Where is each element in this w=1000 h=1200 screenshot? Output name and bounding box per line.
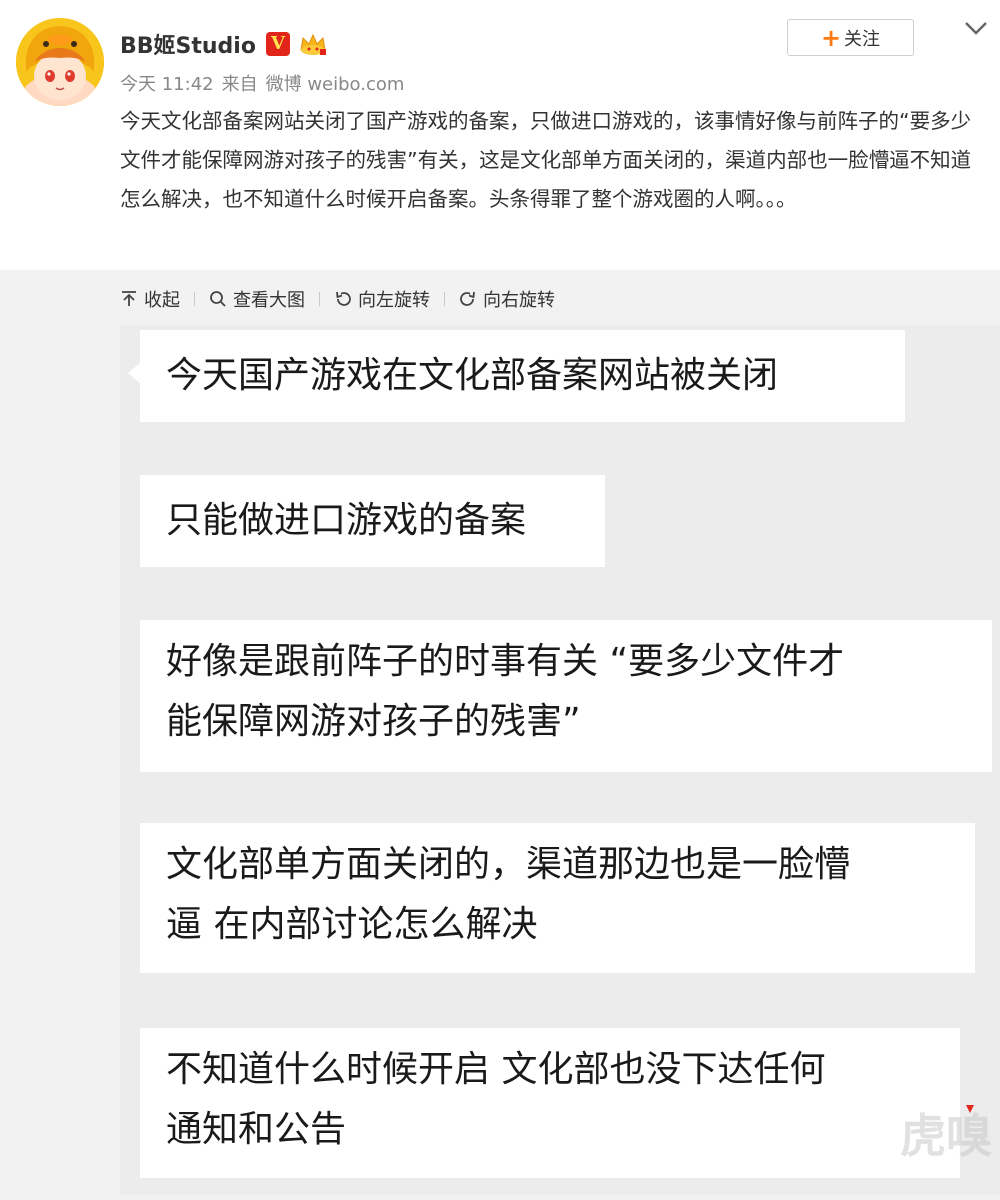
bubble-line: 逼 在内部讨论怎么解决 (166, 904, 538, 945)
bubble-line: 不知道什么时候开启 文化部也没下达任何 (166, 1049, 826, 1090)
username[interactable]: BB姬Studio (120, 28, 256, 60)
rotate-right-label: 向右旋转 (483, 290, 555, 311)
chat-bubble: 好像是跟前阵子的时事有关 “要多少文件才 能保障网游对孩子的残害” (140, 620, 992, 772)
post-meta: 今天 11:42 来自 微博 weibo.com (120, 70, 412, 96)
view-large-button[interactable]: 查看大图 (209, 286, 305, 312)
avatar-image (16, 18, 104, 106)
bubble-line: 文化部单方面关闭的，渠道那边也是一脸懵 (166, 844, 851, 885)
rotate-left-button[interactable]: 向左旋转 (334, 286, 430, 312)
bubble-line: 能保障网游对孩子的残害” (166, 701, 581, 742)
search-icon (210, 291, 226, 307)
collapse-button[interactable]: 收起 (120, 286, 180, 312)
bubble-line: 今天国产游戏在文化部备案网站被关闭 (166, 355, 779, 396)
rotate-right-button[interactable]: 向右旋转 (459, 286, 555, 312)
follow-button[interactable]: + 关注 (787, 19, 914, 56)
rotate-left-label: 向左旋转 (358, 290, 430, 311)
rotate-right-icon (460, 291, 475, 306)
watermark-logo: 虎嗅 (900, 1109, 992, 1163)
weibo-post: BB姬Studio V 今天 11:42 来自 微博 weibo.com + 关注 … (0, 0, 1000, 270)
image-toolbar: 收起 查看大图 向左旋转 向右旋转 (120, 284, 555, 314)
post-text: 今天文化部备案网站关闭了国产游戏的备案，只做进口游戏的，该事情好像与前阵子的“要… (120, 109, 972, 211)
chat-bubble: 只能做进口游戏的备案 (140, 475, 605, 567)
toolbar-divider (194, 292, 195, 306)
vip-crown-icon[interactable] (298, 30, 328, 58)
bubble-line: 通知和公告 (166, 1109, 347, 1150)
bubble-tail (128, 363, 140, 383)
rotate-left-icon (336, 291, 351, 306)
name-row: BB姬Studio V (120, 26, 328, 62)
view-large-label: 查看大图 (233, 290, 305, 311)
source-prefix: 来自 (221, 74, 258, 95)
follow-label: 关注 (844, 28, 881, 50)
post-image[interactable]: 今天国产游戏在文化部备案网站被关闭 只能做进口游戏的备案 好像是跟前阵子的时事有… (120, 325, 1000, 1195)
arrow-up-icon (122, 291, 136, 306)
chat-bubble: 今天国产游戏在文化部备案网站被关闭 (140, 330, 905, 422)
watermark-mark (966, 1105, 974, 1113)
chat-bubble: 文化部单方面关闭的，渠道那边也是一脸懵 逼 在内部讨论怎么解决 (140, 823, 975, 973)
post-source[interactable]: 微博 weibo.com (266, 74, 405, 95)
toolbar-divider (319, 292, 320, 306)
bubble-line: 好像是跟前阵子的时事有关 “要多少文件才 (166, 641, 845, 682)
post-time[interactable]: 今天 11:42 (120, 74, 214, 95)
chat-bubble: 不知道什么时候开启 文化部也没下达任何 通知和公告 (140, 1028, 960, 1178)
chevron-down-icon[interactable] (964, 20, 988, 36)
verified-badge-icon: V (265, 32, 290, 56)
collapse-label: 收起 (144, 290, 180, 311)
plus-icon: + (820, 23, 842, 52)
bubble-line: 只能做进口游戏的备案 (166, 500, 527, 541)
avatar[interactable] (16, 18, 104, 106)
toolbar-divider (444, 292, 445, 306)
